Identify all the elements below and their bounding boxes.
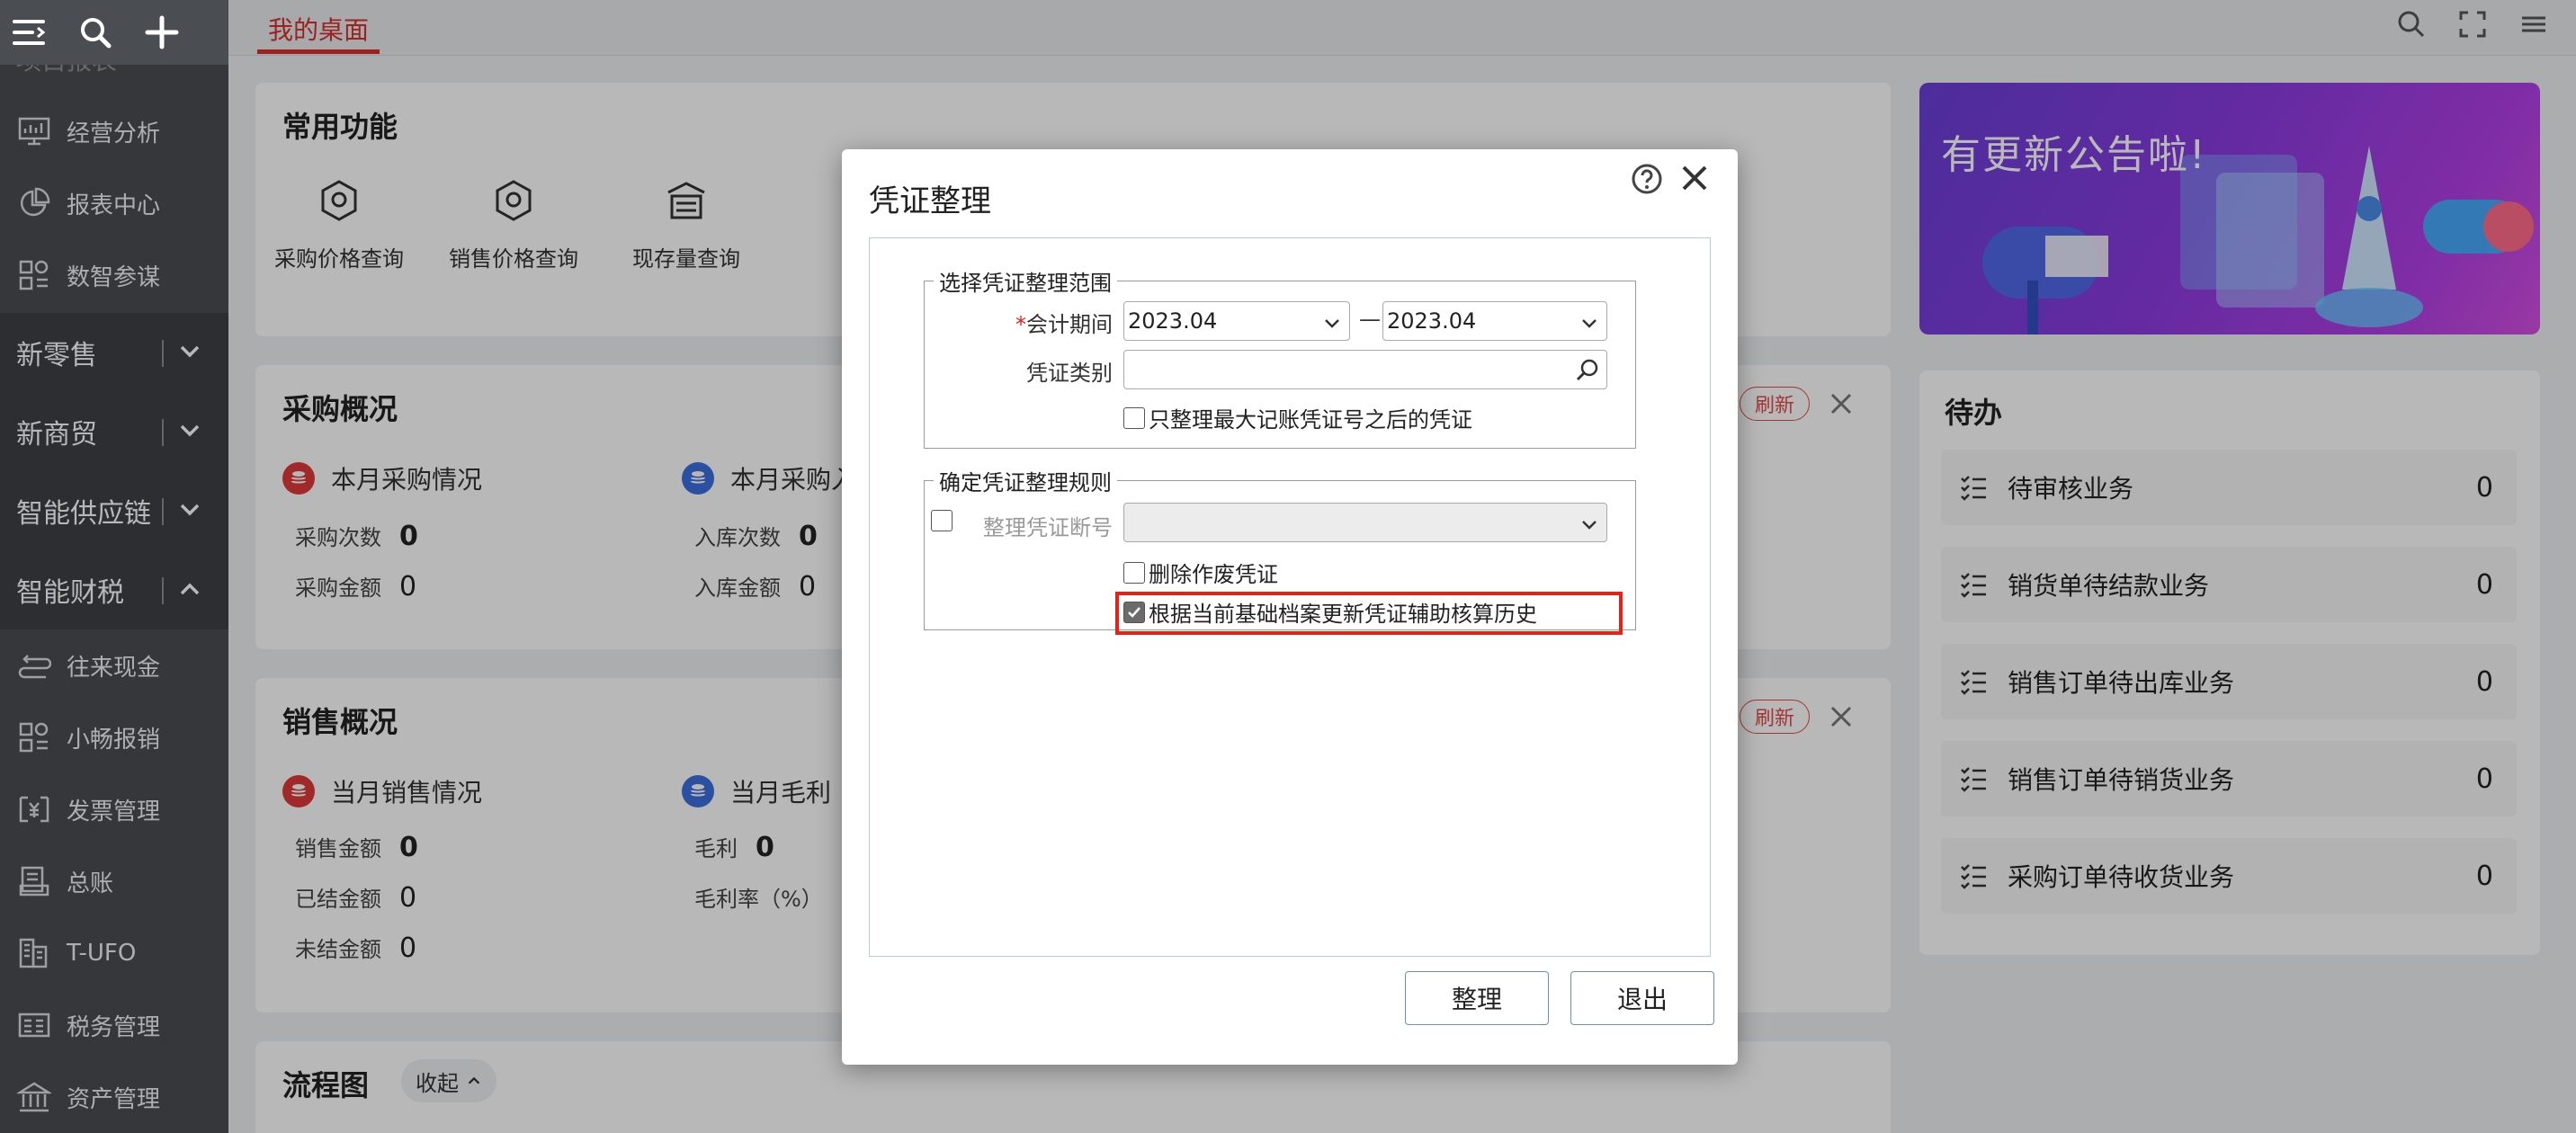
range-legend: 选择凭证整理范围 — [939, 271, 1112, 296]
checkbox-box[interactable] — [1123, 406, 1145, 429]
close-icon[interactable] — [1677, 160, 1713, 196]
break-number-checkbox[interactable] — [931, 510, 956, 531]
checkbox-box[interactable] — [1123, 561, 1145, 584]
period-from-select[interactable]: 2023.04 — [1123, 301, 1350, 341]
sidebar-toolbar — [0, 0, 228, 65]
period-label: *会计期间 — [1015, 312, 1113, 337]
only-after-max-checkbox[interactable]: 只整理最大记账凭证号之后的凭证 — [1123, 402, 1472, 433]
chevron-down-icon — [1325, 319, 1339, 328]
dialog-title: 凭证整理 — [869, 183, 991, 219]
voucher-type-input[interactable] — [1123, 350, 1607, 389]
search-icon[interactable] — [77, 14, 113, 50]
plus-icon[interactable] — [144, 14, 180, 50]
highlight-box — [1115, 592, 1623, 635]
search-icon[interactable] — [1574, 356, 1603, 385]
break-number-select[interactable] — [1123, 503, 1607, 542]
help-icon[interactable] — [1630, 162, 1664, 196]
arrange-button[interactable]: 整理 — [1405, 971, 1549, 1025]
rule-legend: 确定凭证整理规则 — [939, 470, 1112, 495]
period-separator: — — [1359, 307, 1381, 332]
chevron-down-icon — [1582, 319, 1597, 328]
exit-button[interactable]: 退出 — [1570, 971, 1714, 1025]
voucher-type-label: 凭证类别 — [1026, 361, 1113, 386]
chevron-down-icon — [1582, 521, 1597, 530]
period-to-select[interactable]: 2023.04 — [1382, 301, 1607, 341]
checkbox-box[interactable] — [931, 510, 953, 531]
break-number-label: 整理凭证断号 — [983, 515, 1113, 540]
delete-void-checkbox[interactable]: 删除作废凭证 — [1123, 557, 1278, 588]
menu-icon[interactable] — [11, 14, 47, 50]
